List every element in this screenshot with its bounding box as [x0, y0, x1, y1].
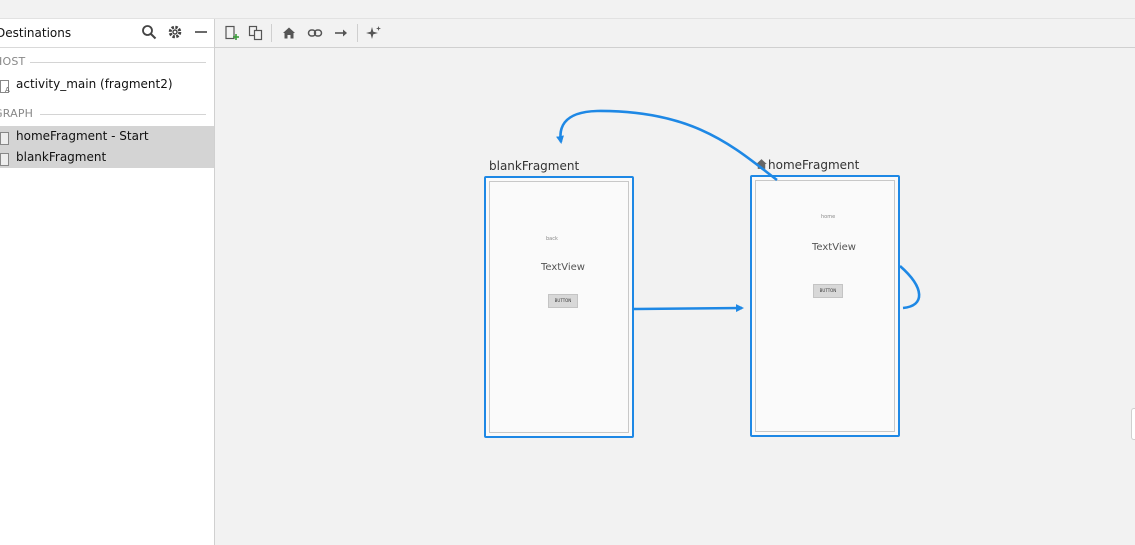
- host-section-label: HOST: [0, 55, 26, 68]
- graph-section-label: GRAPH: [0, 107, 34, 120]
- toolbar-separator: [357, 24, 358, 42]
- graph-item-label: blankFragment: [16, 150, 107, 164]
- minimize-icon[interactable]: [193, 24, 209, 40]
- graph-item-label: homeFragment - Start: [16, 129, 149, 143]
- graph-item-homefragment[interactable]: homeFragment - Start: [0, 126, 214, 147]
- window-top-strip: [0, 0, 1135, 19]
- graph-divider: [40, 114, 206, 115]
- host-divider: [30, 62, 206, 63]
- gear-icon[interactable]: [167, 24, 183, 40]
- fragment-icon: [0, 130, 10, 145]
- sparkle-icon[interactable]: [366, 25, 382, 41]
- graph-item-blankfragment[interactable]: blankFragment: [0, 147, 214, 168]
- destinations-panel-header: Destinations: [0, 19, 214, 48]
- action-edges: [556, 109, 921, 313]
- right-edge-panel-tab[interactable]: [1131, 408, 1135, 440]
- link-icon[interactable]: [307, 25, 323, 41]
- graph-toolbar: [215, 19, 1135, 48]
- action-home-to-blank-edge[interactable]: [556, 109, 778, 182]
- panel-title: Destinations: [0, 26, 72, 40]
- host-item-activity-main[interactable]: A activity_main (fragment2): [0, 74, 214, 95]
- search-icon[interactable]: [141, 24, 157, 40]
- new-destination-icon[interactable]: [224, 25, 240, 41]
- toolbar-separator: [271, 24, 272, 42]
- destinations-panel: Destinations HOST A activity_main (fragm…: [0, 19, 215, 545]
- nested-graph-icon[interactable]: [248, 25, 264, 41]
- host-item-label: activity_main (fragment2): [16, 77, 173, 91]
- navigation-graph-canvas[interactable]: blankFragment homeFragment back TextView…: [215, 48, 1135, 545]
- action-home-self-edge[interactable]: [899, 265, 921, 310]
- home-icon[interactable]: [281, 25, 297, 41]
- fragment-icon: [0, 151, 10, 166]
- arrow-right-icon[interactable]: [333, 25, 349, 41]
- activity-icon: A: [0, 78, 10, 94]
- action-blank-to-home-edge[interactable]: [633, 304, 744, 313]
- svg-text:A: A: [5, 86, 10, 93]
